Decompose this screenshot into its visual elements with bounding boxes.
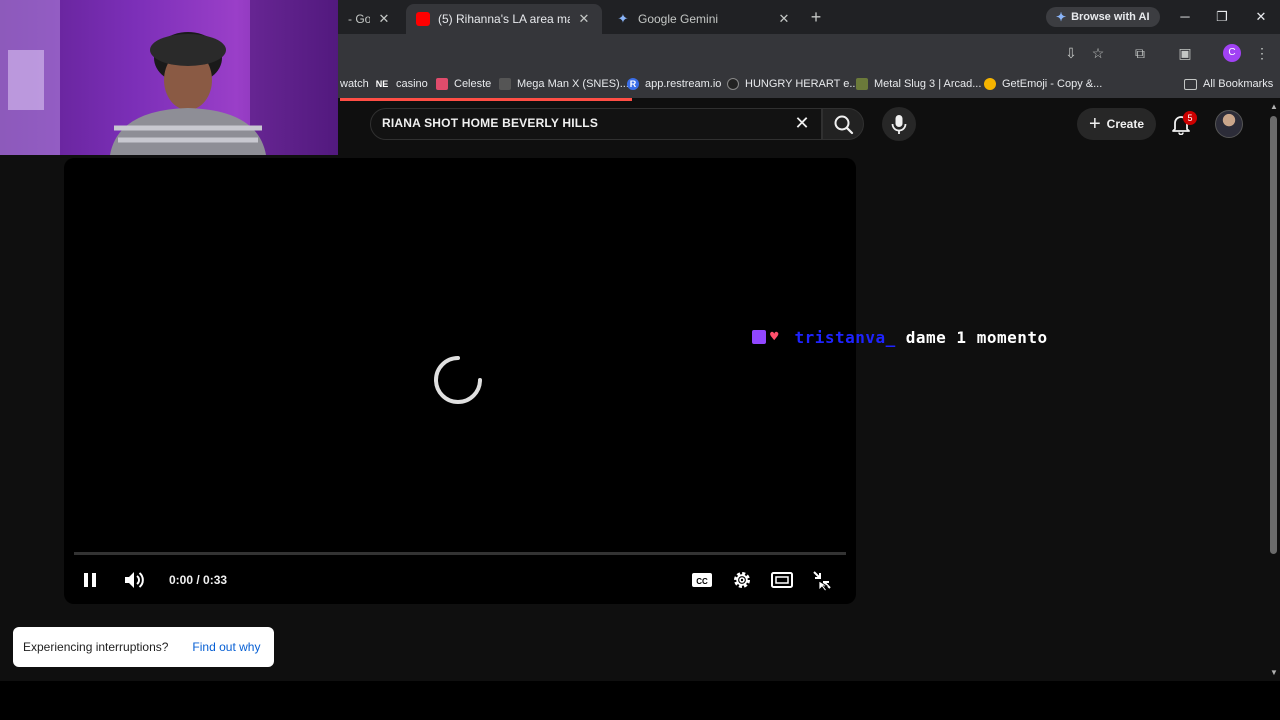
tab-google[interactable]: - Goog ✕ [338,4,402,34]
side-panel-icon[interactable]: ▣ [1176,44,1194,62]
webcam-overlay [0,0,338,155]
bookmark-star-icon[interactable]: ☆ [1089,44,1107,62]
bookmark-celeste[interactable]: Celeste [436,76,491,92]
bookmark-mega-man-x[interactable]: Mega Man X (SNES)... [499,76,629,92]
emoji-icon [984,78,996,90]
bookmark-label: HUNGRY HERART e... [745,78,859,90]
chat-message-text: dame 1 momento [905,327,1048,347]
bookmark-label: app.restream.io [645,78,722,90]
tab-google-gemini[interactable]: ✦ Google Gemini ✕ [606,4,802,34]
time-display: 0:00 / 0:33 [169,573,228,587]
loading-spinner-icon [432,354,484,406]
bookmark-getemoji[interactable]: GetEmoji - Copy &... [984,76,1102,92]
youtube-favicon-icon [416,12,430,26]
celeste-icon [436,78,448,90]
all-bookmarks-folder[interactable]: All Bookmarks [1184,76,1273,92]
bookmark-label: watch [340,78,369,90]
bookmark-hungry-herart[interactable]: HUNGRY HERART e... [727,76,859,92]
bookmark-casino[interactable]: NE casino [374,76,428,92]
streamer-webcam-image [0,0,338,155]
bookmark-restream[interactable]: R app.restream.io [627,76,721,92]
bookmark-watch[interactable]: watch [340,76,369,92]
bookmark-label: GetEmoji - Copy &... [1002,78,1103,90]
create-label: Create [1106,117,1145,131]
tab-rihanna-mansion[interactable]: (5) Rihanna's LA area mansion ✕ [406,4,602,34]
search-button[interactable] [822,108,864,140]
install-app-icon[interactable]: ⇩ [1062,44,1080,62]
close-icon[interactable]: ✕ [376,11,392,27]
voice-search-button[interactable] [882,107,916,141]
captions-button[interactable]: CC [690,568,714,592]
menu-kebab-icon[interactable]: ⋮ [1253,44,1271,62]
scrollbar-thumb[interactable] [1270,116,1277,554]
game-icon [499,78,511,90]
find-out-why-link[interactable]: Find out why [192,640,260,654]
search-query: RIANA SHOT HOME BEVERLY HILLS [382,116,599,130]
captions-icon: CC [692,573,712,587]
sparkle-icon: ✦ [1056,10,1067,24]
browse-with-ai-label: Browse with AI [1071,11,1150,23]
account-avatar[interactable] [1215,110,1243,138]
new-tab-button[interactable]: + [806,7,826,27]
search-icon [834,115,854,135]
volume-icon [125,572,144,588]
interruptions-toast: Experiencing interruptions? Find out why [13,627,274,667]
close-icon[interactable]: ✕ [576,11,592,27]
gear-icon [734,572,750,588]
restream-icon: R [627,78,639,90]
theater-mode-button[interactable] [770,568,794,592]
bookmark-label: Metal Slug 3 | Arcad... [874,78,982,90]
settings-button[interactable] [730,568,754,592]
extensions-icon[interactable]: ⧉ [1131,44,1149,62]
tab-title: - Goog [348,12,370,26]
bookmark-label: Celeste [454,78,492,90]
bookmark-label: Mega Man X (SNES)... [517,78,629,90]
close-window-icon[interactable]: ✕ [1251,8,1271,26]
fullscreen-exit-icon [813,571,831,592]
browse-with-ai-button[interactable]: ✦ Browse with AI [1046,7,1160,27]
create-button[interactable]: + Create [1077,108,1156,140]
pause-button[interactable] [78,568,102,592]
bookmark-label: All Bookmarks [1203,78,1274,90]
clear-search-icon[interactable]: ✕ [792,113,812,133]
close-icon[interactable]: ✕ [776,11,792,27]
theater-mode-icon [771,572,793,588]
video-progress-bar[interactable] [74,552,846,555]
notification-count-badge: 5 [1183,111,1197,125]
bottom-black-bar [0,681,1280,720]
toast-message: Experiencing interruptions? [23,640,169,654]
minimize-icon[interactable]: ─ [1175,8,1195,26]
disc-icon [727,78,739,90]
pause-icon [84,573,96,587]
gemini-favicon-icon: ✦ [617,11,629,26]
fullscreen-button[interactable] [810,568,834,592]
stream-chat-message: ♥ tristanva_ dame 1 momento [752,326,1048,348]
plus-icon: + [1088,113,1101,135]
twitch-badge-icon [752,330,766,344]
bookmark-metal-slug-3[interactable]: Metal Slug 3 | Arcad... [856,76,981,92]
folder-icon [1184,78,1197,90]
ne-icon: NE [375,79,389,89]
volume-button[interactable] [122,568,146,592]
heart-badge-icon: ♥ [770,329,779,345]
tab-title: Google Gemini [638,12,719,26]
scroll-up-arrow-icon[interactable]: ▲ [1268,102,1280,112]
microphone-icon [891,115,907,134]
bookmark-label: casino [396,78,428,90]
captions-label: CC [696,577,708,586]
profile-avatar[interactable]: C [1223,44,1241,62]
restore-icon[interactable]: ❐ [1212,8,1232,26]
tab-title: (5) Rihanna's LA area mansion [438,12,570,26]
arcade-icon [856,78,868,90]
chat-username: tristanva_ [794,327,896,347]
scroll-down-arrow-icon[interactable]: ▼ [1268,668,1280,678]
